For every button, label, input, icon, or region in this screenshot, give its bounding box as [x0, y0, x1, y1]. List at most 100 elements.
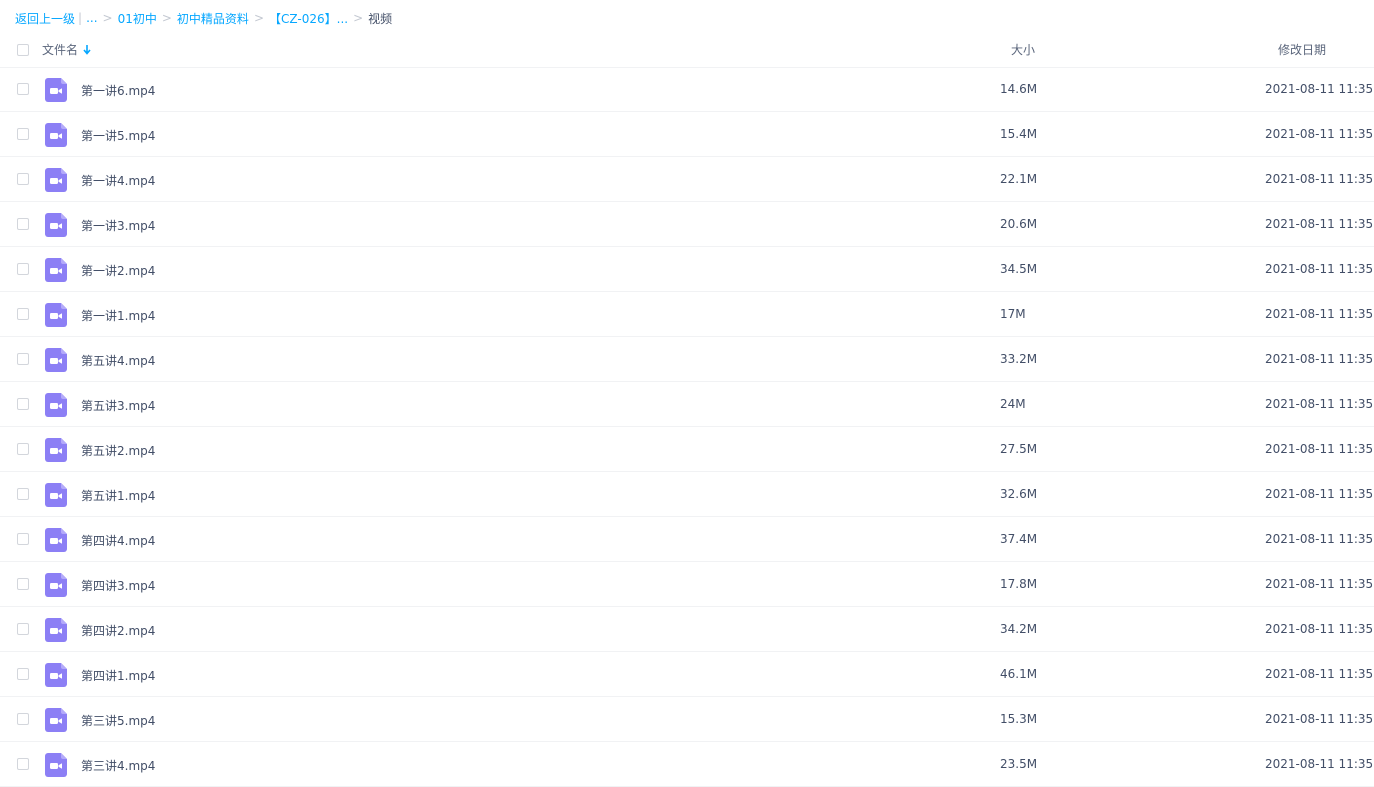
breadcrumb-current: 视频 — [368, 11, 393, 26]
file-size: 23.5M — [1000, 757, 1038, 771]
file-size: 15.3M — [1000, 712, 1038, 726]
row-checkbox[interactable] — [17, 533, 29, 545]
file-name[interactable]: 第一讲1.mp4 — [81, 307, 155, 324]
table-row[interactable]: 第四讲2.mp4 34.2M 2021-08-11 11:35 — [0, 607, 1374, 652]
file-date: 2021-08-11 11:35 — [1265, 352, 1374, 366]
file-date: 2021-08-11 11:35 — [1265, 172, 1374, 186]
row-checkbox[interactable] — [17, 128, 29, 140]
row-checkbox[interactable] — [17, 353, 29, 365]
table-row[interactable]: 第五讲1.mp4 32.6M 2021-08-11 11:35 — [0, 472, 1374, 517]
row-checkbox[interactable] — [17, 398, 29, 410]
file-name[interactable]: 第一讲2.mp4 — [81, 262, 155, 279]
file-size: 15.4M — [1000, 127, 1038, 141]
table-row[interactable]: 第四讲3.mp4 17.8M 2021-08-11 11:35 — [0, 562, 1374, 607]
video-file-icon — [45, 213, 67, 237]
file-date: 2021-08-11 11:35 — [1265, 217, 1374, 231]
table-row[interactable]: 第一讲1.mp4 17M 2021-08-11 11:35 — [0, 292, 1374, 337]
chevron-right-icon: > — [102, 11, 113, 25]
video-file-icon — [45, 348, 67, 372]
file-size: 24M — [1000, 397, 1026, 411]
row-checkbox[interactable] — [17, 218, 29, 230]
file-size: 20.6M — [1000, 217, 1038, 231]
file-name[interactable]: 第四讲1.mp4 — [81, 667, 155, 684]
file-name[interactable]: 第四讲4.mp4 — [81, 532, 155, 549]
table-row[interactable]: 第五讲4.mp4 33.2M 2021-08-11 11:35 — [0, 337, 1374, 382]
breadcrumb-ellipsis[interactable]: ... — [86, 11, 97, 25]
video-file-icon — [45, 753, 67, 777]
video-file-icon — [45, 258, 67, 282]
file-size: 33.2M — [1000, 352, 1038, 366]
file-date: 2021-08-11 11:35 — [1265, 622, 1374, 636]
file-name[interactable]: 第四讲3.mp4 — [81, 577, 155, 594]
file-name[interactable]: 第三讲4.mp4 — [81, 757, 155, 774]
table-row[interactable]: 第三讲5.mp4 15.3M 2021-08-11 11:35 — [0, 697, 1374, 742]
table-row[interactable]: 第一讲4.mp4 22.1M 2021-08-11 11:35 — [0, 157, 1374, 202]
file-name[interactable]: 第四讲2.mp4 — [81, 622, 155, 639]
table-row[interactable]: 第三讲4.mp4 23.5M 2021-08-11 11:35 — [0, 742, 1374, 787]
chevron-right-icon: > — [353, 11, 364, 25]
row-checkbox[interactable] — [17, 83, 29, 95]
file-date: 2021-08-11 11:35 — [1265, 307, 1374, 321]
file-date: 2021-08-11 11:35 — [1265, 127, 1374, 141]
video-file-icon — [45, 303, 67, 327]
file-size: 17M — [1000, 307, 1026, 321]
breadcrumb-item-materials[interactable]: 初中精品资料 — [177, 10, 249, 27]
row-checkbox[interactable] — [17, 758, 29, 770]
video-file-icon — [45, 483, 67, 507]
column-header-name[interactable]: 文件名 — [42, 41, 91, 58]
file-size: 17.8M — [1000, 577, 1038, 591]
sort-arrow-down-icon[interactable] — [83, 44, 91, 55]
video-file-icon — [45, 78, 67, 102]
table-row[interactable]: 第五讲2.mp4 27.5M 2021-08-11 11:35 — [0, 427, 1374, 472]
table-row[interactable]: 第一讲5.mp4 15.4M 2021-08-11 11:35 — [0, 112, 1374, 157]
video-file-icon — [45, 438, 67, 462]
file-name[interactable]: 第一讲4.mp4 — [81, 172, 155, 189]
back-link[interactable]: 返回上一级 — [15, 10, 75, 27]
row-checkbox[interactable] — [17, 668, 29, 680]
column-header-size[interactable]: 大小 — [1011, 41, 1035, 58]
file-size: 34.2M — [1000, 622, 1038, 636]
row-checkbox[interactable] — [17, 443, 29, 455]
breadcrumb: 返回上一级 | ... > 01初中 > 初中精品资料 > 【CZ-026】..… — [15, 9, 392, 27]
row-checkbox[interactable] — [17, 713, 29, 725]
chevron-right-icon: > — [161, 11, 172, 25]
breadcrumb-item-cz026[interactable]: 【CZ-026】... — [269, 10, 348, 27]
file-date: 2021-08-11 11:35 — [1265, 577, 1374, 591]
file-size: 34.5M — [1000, 262, 1038, 276]
file-date: 2021-08-11 11:35 — [1265, 262, 1374, 276]
video-file-icon — [45, 618, 67, 642]
row-checkbox[interactable] — [17, 263, 29, 275]
file-name[interactable]: 第一讲3.mp4 — [81, 217, 155, 234]
file-size: 37.4M — [1000, 532, 1038, 546]
file-date: 2021-08-11 11:35 — [1265, 667, 1374, 681]
breadcrumb-item-01[interactable]: 01初中 — [118, 10, 157, 27]
file-date: 2021-08-11 11:35 — [1265, 532, 1374, 546]
file-name[interactable]: 第三讲5.mp4 — [81, 712, 155, 729]
row-checkbox[interactable] — [17, 578, 29, 590]
select-all-checkbox[interactable] — [17, 44, 29, 56]
table-row[interactable]: 第一讲6.mp4 14.6M 2021-08-11 11:35 — [0, 67, 1374, 112]
table-row[interactable]: 第四讲1.mp4 46.1M 2021-08-11 11:35 — [0, 652, 1374, 697]
row-checkbox[interactable] — [17, 623, 29, 635]
table-row[interactable]: 第一讲3.mp4 20.6M 2021-08-11 11:35 — [0, 202, 1374, 247]
row-checkbox[interactable] — [17, 173, 29, 185]
file-list-header: 文件名 大小 修改日期 — [0, 30, 1374, 68]
file-name[interactable]: 第五讲1.mp4 — [81, 487, 155, 504]
file-name[interactable]: 第五讲4.mp4 — [81, 352, 155, 369]
column-header-date[interactable]: 修改日期 — [1278, 41, 1326, 58]
file-name[interactable]: 第一讲6.mp4 — [81, 82, 155, 99]
row-checkbox[interactable] — [17, 488, 29, 500]
file-date: 2021-08-11 11:35 — [1265, 487, 1374, 501]
file-name[interactable]: 第一讲5.mp4 — [81, 127, 155, 144]
table-row[interactable]: 第五讲3.mp4 24M 2021-08-11 11:35 — [0, 382, 1374, 427]
file-name[interactable]: 第五讲2.mp4 — [81, 442, 155, 459]
file-date: 2021-08-11 11:35 — [1265, 757, 1374, 771]
breadcrumb-divider: | — [78, 11, 83, 25]
video-file-icon — [45, 123, 67, 147]
table-row[interactable]: 第四讲4.mp4 37.4M 2021-08-11 11:35 — [0, 517, 1374, 562]
row-checkbox[interactable] — [17, 308, 29, 320]
file-name[interactable]: 第五讲3.mp4 — [81, 397, 155, 414]
table-row[interactable]: 第一讲2.mp4 34.5M 2021-08-11 11:35 — [0, 247, 1374, 292]
file-date: 2021-08-11 11:35 — [1265, 397, 1374, 411]
video-file-icon — [45, 708, 67, 732]
